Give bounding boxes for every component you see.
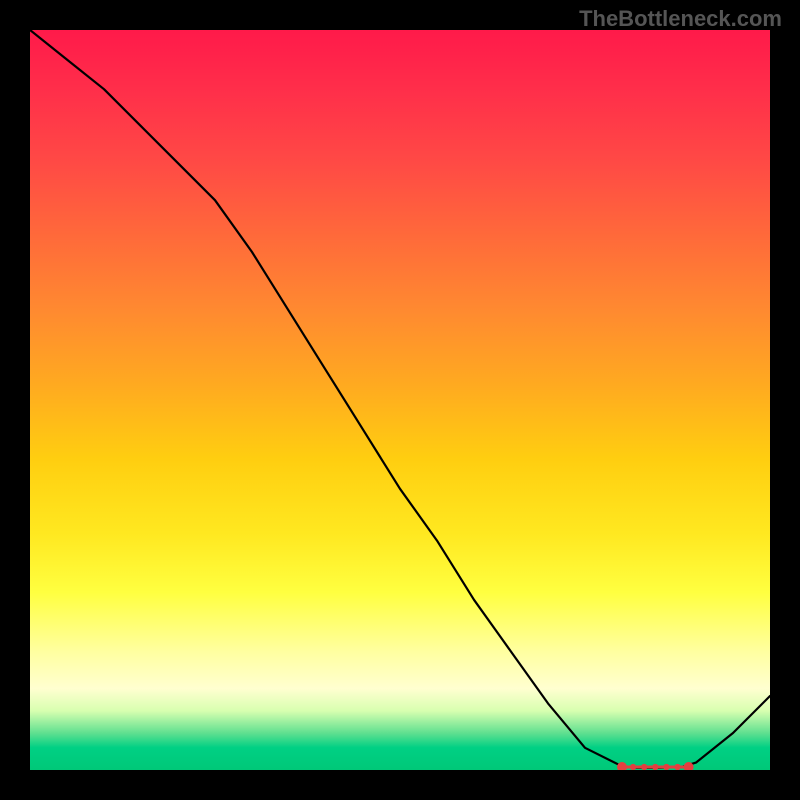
marker-dot [663, 764, 669, 770]
marker-dot [641, 764, 647, 770]
marker-dot [617, 762, 627, 770]
marker-dot [630, 764, 636, 770]
plot-area [30, 30, 770, 770]
chart-svg [30, 30, 770, 770]
marker-group [617, 762, 694, 770]
marker-dot [652, 764, 658, 770]
marker-dot [674, 764, 680, 770]
curve-path [30, 30, 770, 768]
watermark-text: TheBottleneck.com [579, 6, 782, 32]
